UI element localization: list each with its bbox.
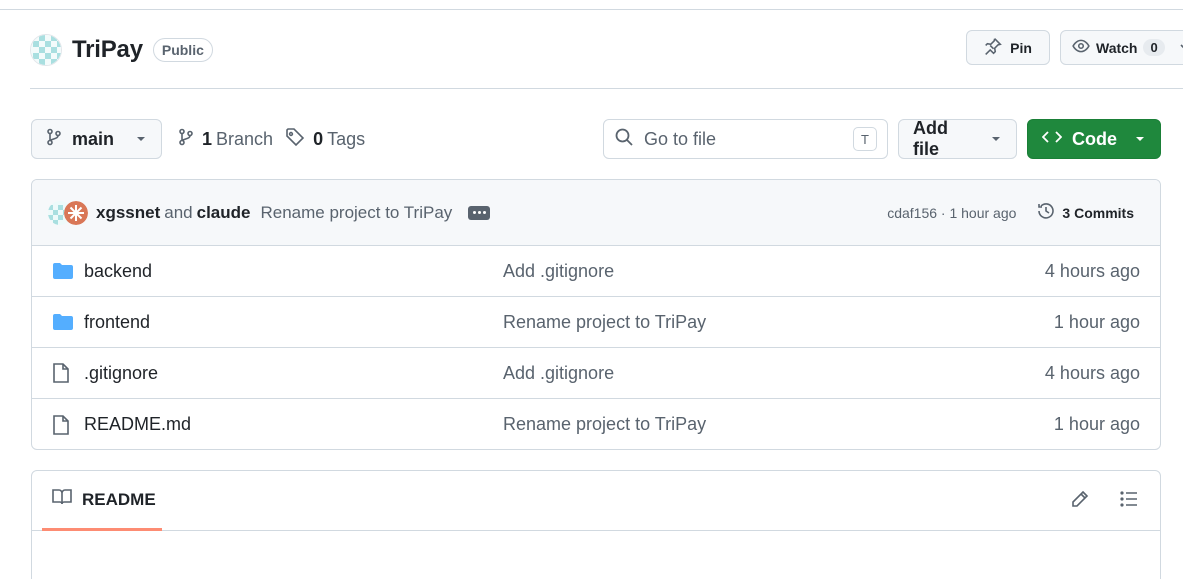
add-file-label: Add file [913, 118, 948, 159]
code-icon [1041, 129, 1063, 150]
branch-selector[interactable]: main [31, 119, 162, 159]
file-age: 1 hour ago [1053, 311, 1140, 332]
header-divider [30, 88, 1183, 89]
visibility-badge: Public [152, 38, 213, 62]
file-name[interactable]: README.md [84, 414, 503, 435]
file-name[interactable]: .gitignore [84, 363, 503, 384]
history-icon [1036, 201, 1056, 224]
latest-commit-bar: xgssnet and claude Rename project to Tri… [32, 180, 1160, 246]
folder-icon [52, 262, 76, 280]
file-icon [52, 414, 76, 436]
file-row[interactable]: README.md Rename project to TriPay 1 hou… [32, 399, 1160, 449]
readme-tab-label: README [82, 489, 156, 509]
readme-panel: README [31, 470, 1161, 579]
repo-header: TriPay Public [30, 32, 213, 68]
readme-header: README [32, 471, 1160, 531]
tab-readme[interactable]: README [42, 471, 162, 531]
file-row[interactable]: .gitignore Add .gitignore 4 hours ago [32, 348, 1160, 399]
commit-hash-time[interactable]: cdaf156 · 1 hour ago [887, 205, 1016, 221]
file-name[interactable]: backend [84, 261, 503, 282]
git-branch-icon [178, 128, 194, 151]
chevron-down-icon [135, 129, 147, 150]
edit-readme-button[interactable] [1070, 489, 1090, 514]
commit-author-joiner: and [164, 202, 193, 222]
repo-owner-avatar[interactable] [30, 34, 62, 66]
commit-author[interactable]: xgssnet [96, 203, 160, 223]
top-border [0, 0, 1183, 10]
file-commit-message[interactable]: Rename project to TriPay [503, 414, 1054, 435]
add-file-button[interactable]: Add file [898, 118, 1017, 159]
file-age: 1 hour ago [1053, 414, 1140, 434]
list-unordered-icon [1119, 491, 1139, 513]
file-age: 4 hours ago [1044, 260, 1140, 281]
file-listing: xgssnet and claude Rename project to Tri… [31, 179, 1161, 450]
tag-count-label: Tags [327, 128, 366, 149]
pin-label: Pin [1010, 39, 1032, 56]
file-commit-message[interactable]: Add .gitignore [503, 363, 1045, 384]
branch-tag-meta: 1 Branch 0 Tags [178, 119, 377, 159]
commit-message[interactable]: Rename project to TriPay [260, 203, 452, 223]
file-row[interactable]: backend Add .gitignore 4 hours ago [32, 246, 1160, 297]
pin-button[interactable]: Pin [966, 30, 1050, 65]
tag-icon [285, 127, 305, 152]
tag-count: 0 [313, 128, 324, 149]
commits-link[interactable]: 3 Commits [1036, 201, 1134, 224]
code-label: Code [1072, 128, 1117, 149]
outline-button[interactable] [1119, 489, 1139, 514]
pencil-icon [1070, 490, 1090, 513]
watch-label: Watch [1096, 39, 1138, 56]
go-to-file-search[interactable]: T [603, 119, 888, 159]
watch-button[interactable]: Watch 0 [1060, 30, 1183, 65]
branch-name: main [72, 128, 115, 149]
file-age: 4 hours ago [1044, 362, 1140, 383]
eye-icon [1072, 37, 1090, 58]
header-actions: Pin Watch 0 [966, 30, 1183, 65]
file-commit-message[interactable]: Rename project to TriPay [503, 312, 1054, 333]
repo-name[interactable]: TriPay [72, 36, 143, 64]
keyboard-shortcut-hint: T [853, 127, 877, 151]
coauthor-avatar[interactable] [64, 200, 88, 225]
branches-link[interactable]: 1 Branch [178, 128, 273, 151]
commit-avatars [48, 200, 88, 225]
commit-info: cdaf156 · 1 hour ago 3 Commits [887, 201, 1144, 224]
commits-label: 3 Commits [1062, 204, 1134, 221]
chevron-down-icon [990, 129, 1002, 150]
code-button[interactable]: Code [1027, 119, 1161, 159]
file-icon [52, 362, 76, 384]
search-input[interactable] [644, 128, 834, 150]
branch-count-label: Branch [216, 128, 274, 149]
folder-icon [52, 313, 76, 331]
watch-count: 0 [1143, 39, 1165, 56]
pin-icon [984, 37, 1002, 58]
book-icon [52, 488, 72, 511]
tags-link[interactable]: 0 Tags [285, 127, 365, 152]
file-row[interactable]: frontend Rename project to TriPay 1 hour… [32, 297, 1160, 348]
file-commit-message[interactable]: Add .gitignore [503, 261, 1045, 282]
commit-coauthor[interactable]: claude [197, 203, 251, 223]
file-name[interactable]: frontend [84, 312, 503, 333]
chevron-down-icon [1179, 40, 1183, 56]
chevron-down-icon [1134, 129, 1146, 150]
branch-count: 1 [202, 128, 213, 149]
expand-commit-message-button[interactable] [468, 205, 491, 220]
search-icon [614, 127, 634, 152]
git-branch-icon [46, 128, 62, 151]
